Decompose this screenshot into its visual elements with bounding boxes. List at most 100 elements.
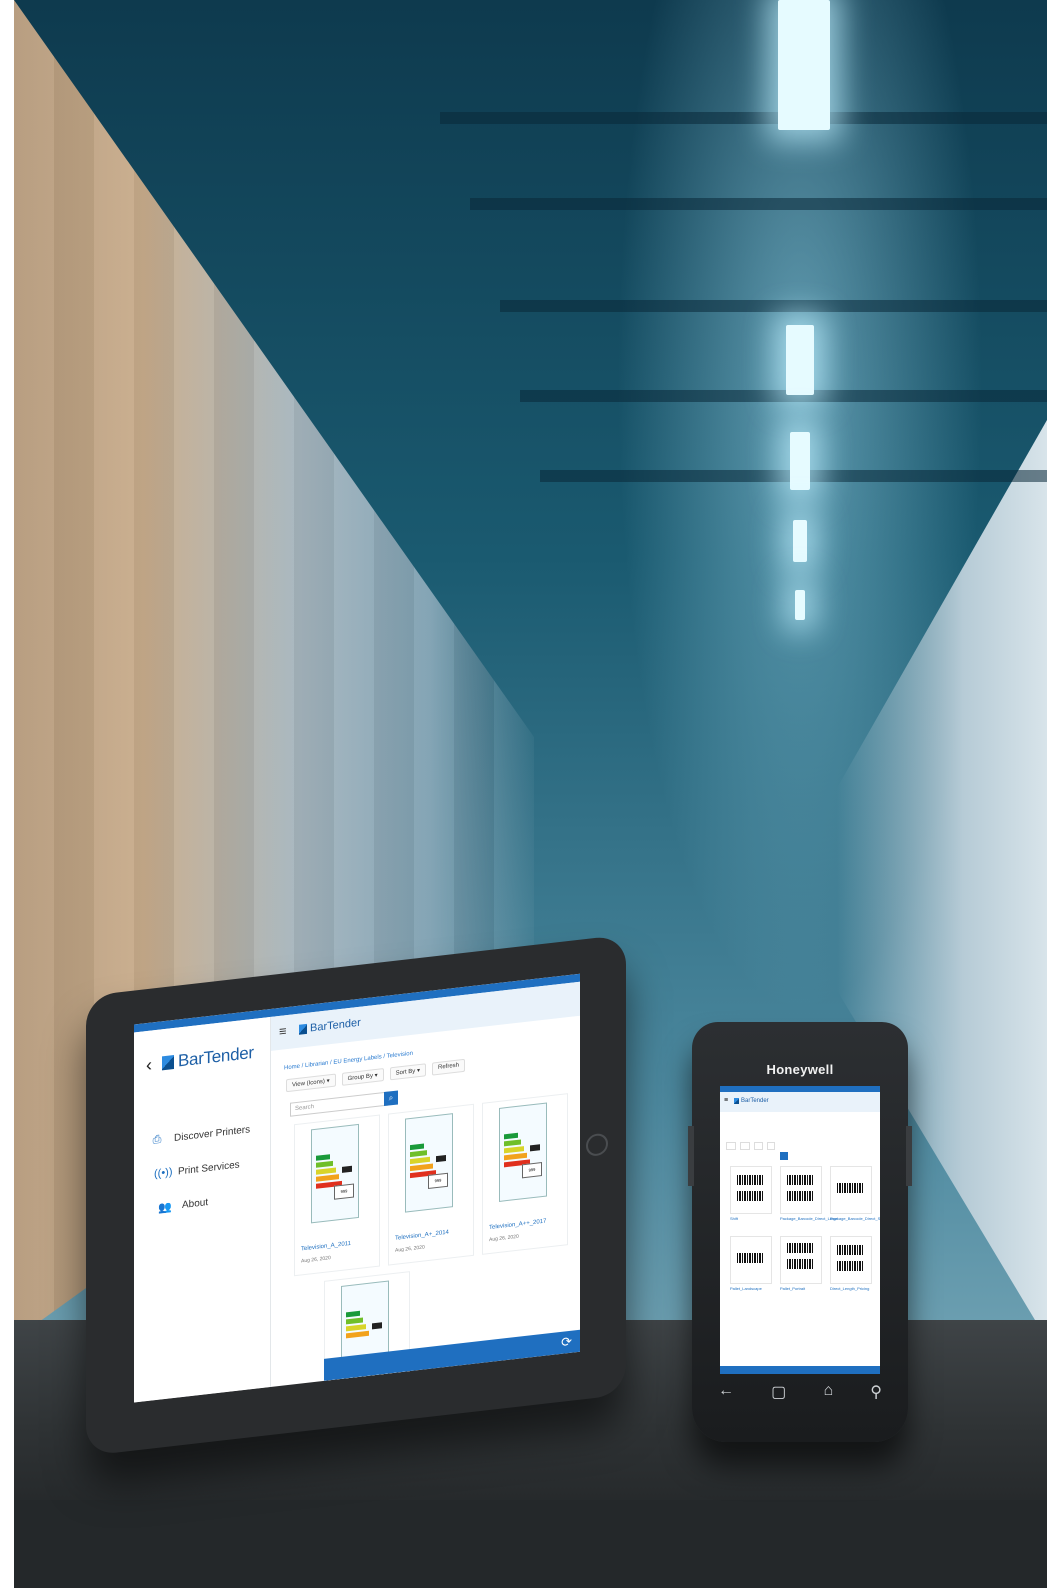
header-logo: BarTender xyxy=(734,1098,769,1104)
table-edge xyxy=(14,1500,1047,1588)
header-logo-text: BarTender xyxy=(310,1016,361,1035)
footer-bar xyxy=(720,1366,880,1374)
side-scan-button[interactable] xyxy=(688,1126,694,1186)
group-by-dropdown[interactable] xyxy=(740,1142,750,1150)
hamburger-menu-icon[interactable]: ≡ xyxy=(724,1097,728,1104)
barcode-thumbnail xyxy=(737,1253,763,1263)
bartender-logo: BarTender xyxy=(162,1043,254,1073)
sidebar-item-discover-printers[interactable]: ⎙ Discover Printers xyxy=(150,1123,251,1147)
sort-by-dropdown[interactable] xyxy=(753,1142,763,1150)
tablet-screen: ‹ BarTender ⎙ Discover Printers ((•)) Pr… xyxy=(134,973,580,1403)
view-dropdown[interactable]: View (Icons) ▾ xyxy=(286,1073,336,1093)
right-border xyxy=(1047,0,1061,1588)
card-name: Pallet_Landscape xyxy=(730,1286,762,1291)
search-icon[interactable]: ⌕ xyxy=(384,1090,398,1107)
bartender-logo-icon xyxy=(299,1023,307,1035)
label-card[interactable] xyxy=(830,1166,872,1214)
broadcast-icon: ((•)) xyxy=(154,1166,173,1181)
view-dropdown[interactable] xyxy=(726,1142,737,1150)
barcode-thumbnail xyxy=(837,1183,863,1193)
ceiling-light xyxy=(795,590,805,620)
label-card[interactable] xyxy=(780,1236,822,1284)
search-input[interactable]: Search xyxy=(290,1091,388,1117)
barcode-thumbnail xyxy=(787,1259,813,1269)
android-nav-bar: ← ▢ ⌂ ⚲ xyxy=(718,1382,882,1402)
home-icon[interactable]: ⌂ xyxy=(823,1382,833,1402)
card-date: Aug 26, 2020 xyxy=(301,1255,331,1265)
search-icon[interactable] xyxy=(780,1152,788,1160)
label-card[interactable] xyxy=(730,1236,772,1284)
card-name: Shift xyxy=(730,1216,739,1221)
sidebar-item-label: Discover Printers xyxy=(174,1124,251,1144)
label-card[interactable] xyxy=(830,1236,872,1284)
label-card[interactable] xyxy=(780,1166,822,1214)
barcode-thumbnail xyxy=(837,1261,863,1271)
sidebar: ‹ BarTender ⎙ Discover Printers ((•)) Pr… xyxy=(134,1016,271,1403)
sort-by-dropdown[interactable]: Sort By ▾ xyxy=(389,1063,426,1081)
energy-label-thumbnail: 999 xyxy=(499,1102,547,1202)
card-name: Television_A+_2014 xyxy=(395,1229,449,1242)
side-scan-button[interactable] xyxy=(906,1126,912,1186)
group-by-dropdown[interactable]: Group By ▾ xyxy=(341,1068,384,1086)
header-logo: BarTender xyxy=(299,1017,361,1036)
energy-label-thumbnail: 999 xyxy=(405,1113,453,1213)
energy-label-thumbnail: 999 xyxy=(311,1123,359,1224)
ceiling-beam xyxy=(470,198,1047,210)
card-name: Package_Barcode_Direct_Small xyxy=(830,1216,880,1221)
ceiling-light xyxy=(793,520,807,562)
app-header: ≡ BarTender xyxy=(720,1092,880,1112)
bartender-logo-icon xyxy=(734,1098,739,1104)
back-chevron-icon[interactable]: ‹ xyxy=(146,1054,152,1076)
search-icon[interactable]: ⚲ xyxy=(870,1382,882,1402)
card-date: Aug 26, 2020 xyxy=(395,1244,425,1254)
ceiling-light xyxy=(786,325,814,395)
tablet-home-button[interactable] xyxy=(586,1132,608,1158)
card-name: Television_A_2011 xyxy=(301,1240,351,1253)
sidebar-item-label: About xyxy=(182,1197,209,1212)
barcode-thumbnail xyxy=(837,1245,863,1255)
card-name: Package_Barcode_Direct_Large xyxy=(780,1216,838,1221)
label-value: 999 xyxy=(334,1183,354,1200)
ceiling-beam xyxy=(440,112,1047,124)
card-name: Direct_Length_Pricing xyxy=(830,1286,870,1291)
recent-apps-icon[interactable]: ▢ xyxy=(771,1382,786,1402)
sidebar-item-print-services[interactable]: ((•)) Print Services xyxy=(154,1158,240,1180)
label-card[interactable]: 999 Television_A_2011 Aug 26, 2020 xyxy=(294,1114,380,1277)
sync-icon[interactable]: ⟳ xyxy=(561,1334,572,1351)
ceiling-light xyxy=(778,0,830,130)
sidebar-item-label: Print Services xyxy=(178,1158,240,1178)
label-card[interactable]: 999 Television_A+_2014 Aug 26, 2020 xyxy=(388,1103,474,1266)
barcode-thumbnail xyxy=(737,1175,763,1185)
card-name: Pallet_Portrait xyxy=(780,1286,806,1291)
card-date: Aug 26, 2020 xyxy=(489,1233,519,1244)
toolbar xyxy=(726,1142,776,1150)
ceiling-beam xyxy=(520,390,1047,402)
back-icon[interactable]: ← xyxy=(718,1382,734,1402)
label-value: 999 xyxy=(522,1162,542,1179)
label-value: 999 xyxy=(428,1172,448,1190)
label-card[interactable] xyxy=(324,1271,410,1403)
bartender-logo-icon xyxy=(162,1054,174,1071)
barcode-thumbnail xyxy=(787,1191,813,1201)
label-card[interactable] xyxy=(730,1166,772,1214)
label-card[interactable]: 999 Television_A++_2017 Aug 26, 2020 xyxy=(482,1093,568,1255)
handheld-screen: ≡ BarTender Shift Package_Barcode_Direct… xyxy=(720,1086,880,1374)
ceiling-beam xyxy=(500,300,1047,312)
logo-text: BarTender xyxy=(178,1042,254,1071)
left-border xyxy=(0,0,14,1588)
header-logo-text: BarTender xyxy=(741,1098,769,1104)
refresh-button[interactable]: Refresh xyxy=(431,1058,465,1076)
barcode-thumbnail xyxy=(787,1175,813,1185)
card-name: Television_A++_2017 xyxy=(489,1218,547,1232)
device-brand: Honeywell xyxy=(766,1062,834,1077)
printer-icon: ⎙ xyxy=(152,1133,162,1147)
sidebar-item-about[interactable]: 👥 About xyxy=(158,1196,208,1215)
people-icon: 👥 xyxy=(158,1201,172,1215)
barcode-thumbnail xyxy=(787,1243,813,1253)
refresh-button[interactable] xyxy=(766,1142,776,1150)
tablet-device: ‹ BarTender ⎙ Discover Printers ((•)) Pr… xyxy=(86,934,626,1456)
barcode-thumbnail xyxy=(737,1191,763,1201)
ceiling-light xyxy=(790,432,810,490)
handheld-device: Honeywell ≡ BarTender Shift Package_Barc… xyxy=(688,1022,912,1442)
hamburger-menu-icon[interactable]: ≡ xyxy=(279,1023,287,1039)
